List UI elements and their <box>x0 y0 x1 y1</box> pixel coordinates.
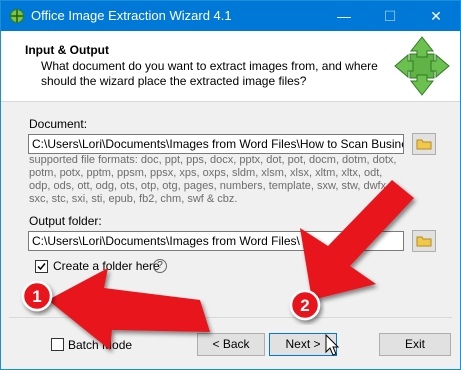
checkmark-icon <box>37 263 46 271</box>
close-button[interactable]: ✕ <box>413 1 459 31</box>
create-folder-checkbox[interactable] <box>35 260 48 273</box>
create-folder-label[interactable]: Create a folder here <box>53 259 160 273</box>
minimize-button[interactable]: — <box>321 1 367 31</box>
next-button[interactable]: Next > <box>269 333 337 356</box>
wizard-window: Office Image Extraction Wizard 4.1 — ☐ ✕… <box>0 0 461 370</box>
browse-document-button[interactable] <box>412 133 436 155</box>
batch-mode-checkbox[interactable] <box>51 338 64 351</box>
exit-button[interactable]: Exit <box>379 333 451 356</box>
output-folder-input[interactable]: C:\Users\Lori\Documents\Images from Word… <box>28 231 404 251</box>
batch-mode-label[interactable]: Batch Mode <box>68 338 132 352</box>
document-label: Document: <box>29 117 88 131</box>
back-button[interactable]: < Back <box>197 333 265 356</box>
document-path-input[interactable]: C:\Users\Lori\Documents\Images from Word… <box>28 134 404 154</box>
help-icon[interactable]: ? <box>153 259 167 273</box>
folder-icon <box>416 139 432 150</box>
browse-output-button[interactable] <box>412 230 436 252</box>
wizard-header: Input & Output What document do you want… <box>1 31 460 102</box>
footer-divider <box>9 317 452 318</box>
title-bar[interactable]: Office Image Extraction Wizard 4.1 — ☐ ✕ <box>1 1 460 31</box>
move-arrows-icon <box>394 36 450 96</box>
supported-formats-text: supported file formats: doc, ppt, pps, d… <box>29 154 397 205</box>
maximize-button[interactable]: ☐ <box>367 1 413 31</box>
folder-icon <box>416 236 432 247</box>
app-icon <box>10 9 24 23</box>
window-title: Office Image Extraction Wizard 4.1 <box>31 8 232 23</box>
output-folder-label: Output folder: <box>29 214 102 228</box>
page-title: Input & Output <box>25 43 109 57</box>
page-description: What document do you want to extract ima… <box>41 59 378 88</box>
